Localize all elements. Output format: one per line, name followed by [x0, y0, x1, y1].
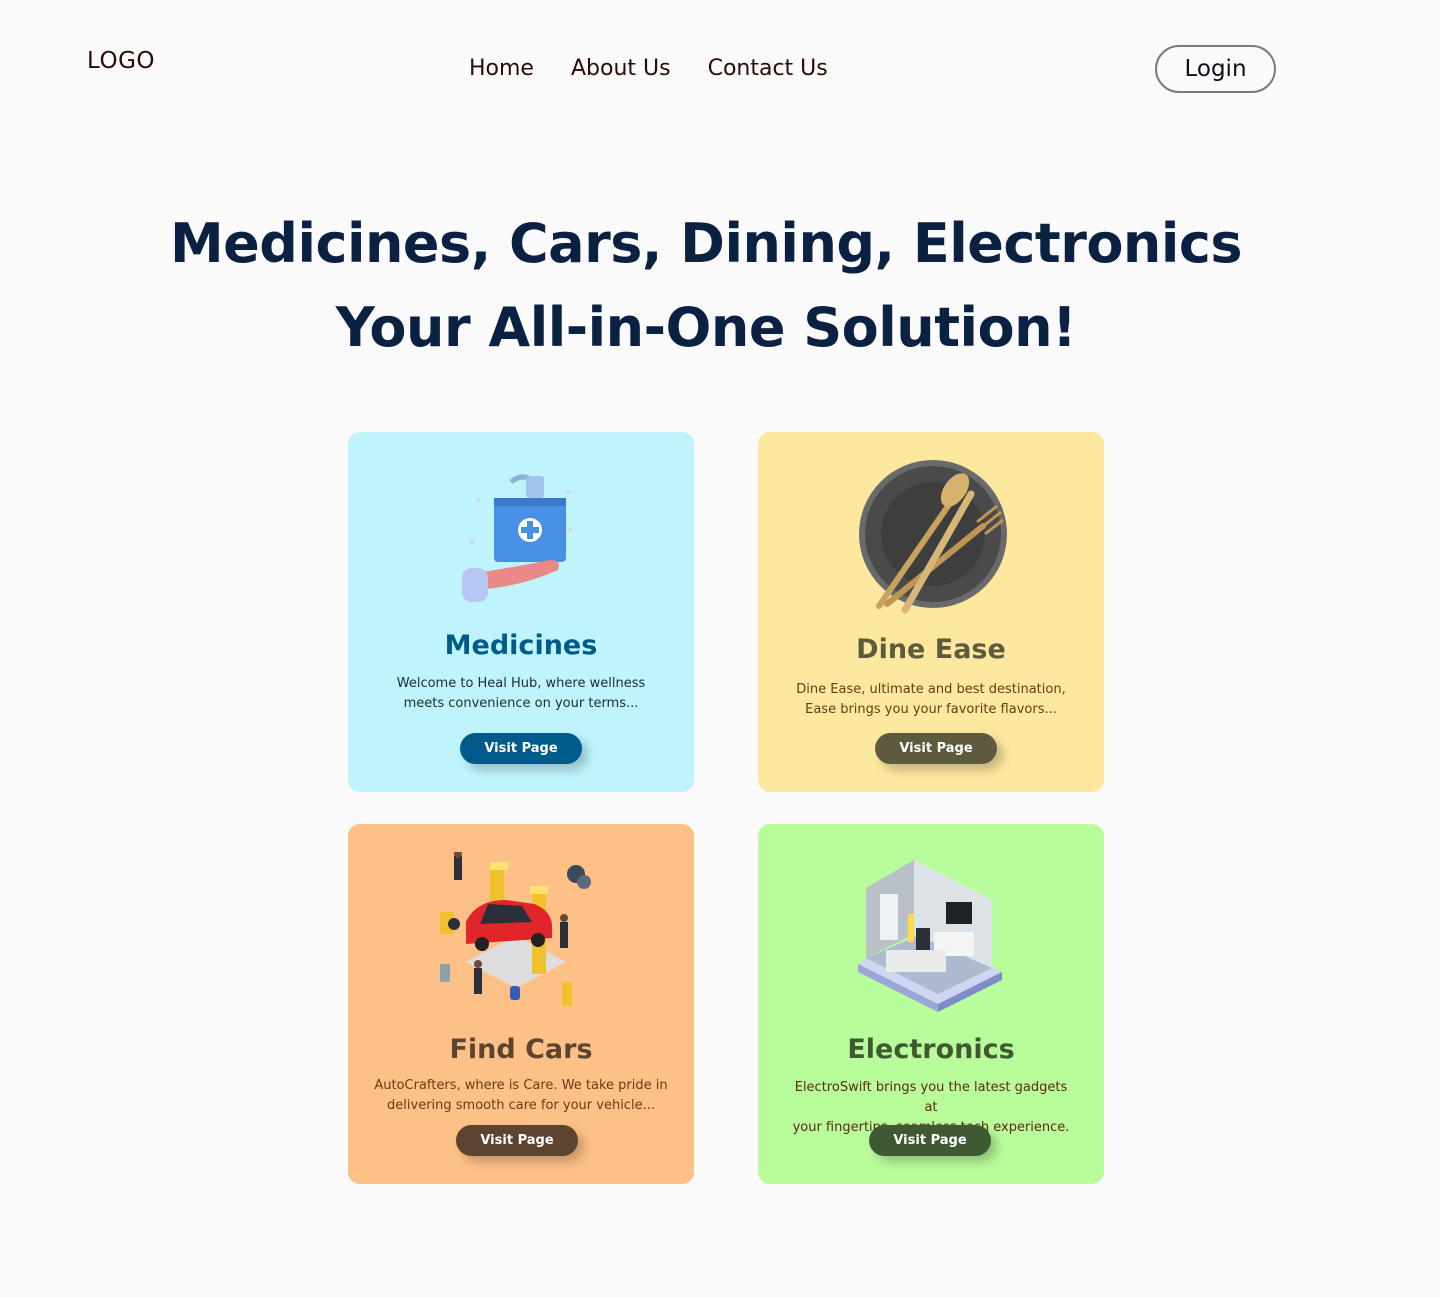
nav-home[interactable]: Home — [469, 56, 534, 81]
visit-page-button[interactable]: Visit Page — [869, 1125, 991, 1156]
card-title: Electronics — [847, 1034, 1015, 1065]
card-description: Welcome to Heal Hub, where wellness meet… — [378, 674, 664, 714]
hero-subtitle: Your All-in-One Solution! — [335, 296, 1077, 359]
card-description: Dine Ease, ultimate and best destination… — [788, 680, 1074, 720]
nav-contact-us[interactable]: Contact Us — [708, 56, 828, 81]
card-dine-ease: Dine Ease Dine Ease, ultimate and best d… — [758, 432, 1104, 792]
card-medicines: Medicines Welcome to Heal Hub, where wel… — [348, 432, 694, 792]
card-desc-line-2: delivering smooth care for your vehicle.… — [387, 1098, 655, 1113]
plate-cutlery-icon — [758, 456, 1104, 616]
medical-bag-icon — [348, 470, 694, 610]
car-service-icon — [348, 852, 694, 1017]
card-title: Dine Ease — [856, 634, 1006, 665]
login-button[interactable]: Login — [1155, 45, 1276, 93]
card-title: Find Cars — [449, 1034, 593, 1065]
card-find-cars: Find Cars AutoCrafters, where is Care. W… — [348, 824, 694, 1184]
card-desc-line-1: Dine Ease, ultimate and best destination… — [796, 682, 1066, 697]
nav-about-us[interactable]: About Us — [571, 56, 671, 81]
visit-page-button[interactable]: Visit Page — [456, 1125, 578, 1156]
card-description: AutoCrafters, where is Care. We take pri… — [370, 1076, 672, 1116]
visit-page-button[interactable]: Visit Page — [875, 733, 997, 764]
card-desc-line-1: ElectroSwift brings you the latest gadge… — [794, 1080, 1068, 1115]
card-electronics: Electronics ElectroSwift brings you the … — [758, 824, 1104, 1184]
visit-page-button[interactable]: Visit Page — [460, 733, 582, 764]
logo[interactable]: LOGO — [87, 48, 155, 74]
hero-title: Medicines, Cars, Dining, Electronics — [169, 212, 1243, 275]
main-nav: Home About Us Contact Us — [469, 56, 828, 81]
card-title: Medicines — [444, 630, 598, 661]
card-desc-line-1: Welcome to Heal Hub, where wellness — [396, 676, 646, 691]
card-desc-line-1: AutoCrafters, where is Care. We take pri… — [374, 1078, 668, 1093]
smart-room-icon — [758, 854, 1104, 1024]
card-desc-line-2: meets convenience on your terms... — [403, 696, 639, 711]
card-desc-line-2: Ease brings you your favorite flavors... — [805, 702, 1057, 717]
